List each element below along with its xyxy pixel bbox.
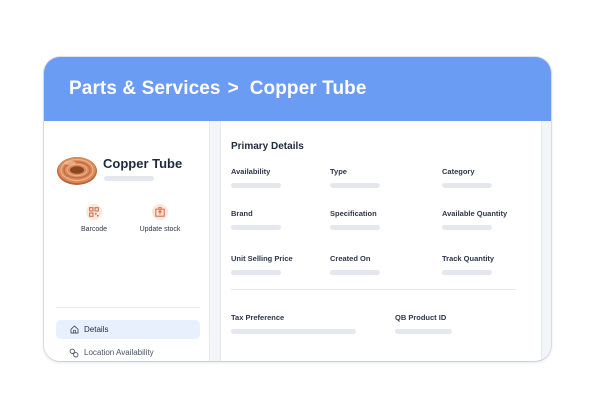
field-value-placeholder — [330, 183, 380, 188]
product-detail-card: Parts & Services > Copper Tube Copper Tu… — [44, 57, 551, 361]
field-value-placeholder — [442, 270, 492, 275]
field-label: Specification — [330, 209, 377, 218]
update-stock-label: Update stock — [139, 226, 181, 233]
sidebar-item-location-availability[interactable]: Location Availability — [56, 343, 200, 361]
home-icon — [69, 325, 79, 335]
field-label: QB Product ID — [395, 313, 447, 322]
field-label: Type — [330, 167, 347, 176]
barcode-button[interactable]: Barcode — [64, 204, 124, 233]
sidebar-divider — [56, 307, 200, 308]
field-type: Type — [330, 167, 380, 188]
field-qb-product-id: QB Product ID — [395, 313, 452, 334]
field-label: Availability — [231, 167, 271, 176]
field-label: Unit Selling Price — [231, 254, 293, 263]
field-value-placeholder — [442, 183, 492, 188]
field-label: Tax Preference — [231, 313, 285, 322]
sidebar-item-label: Location Availability — [84, 348, 154, 357]
field-label: Available Quantity — [442, 209, 508, 218]
field-label: Track Quantity — [442, 254, 495, 263]
field-value-placeholder — [231, 183, 281, 188]
primary-details-panel: Primary Details Availability Type Catego… — [222, 121, 540, 361]
sidebar-item-details[interactable]: Details — [56, 320, 200, 339]
breadcrumb-parts-services[interactable]: Parts & Services — [69, 78, 221, 100]
update-stock-button[interactable]: Update stock — [130, 204, 190, 233]
breadcrumb-separator: > — [227, 78, 239, 99]
product-name: Copper Tube — [103, 156, 183, 171]
product-subtitle-placeholder — [104, 176, 154, 181]
field-label: Created On — [330, 254, 371, 263]
header-bar: Parts & Services > Copper Tube — [44, 57, 551, 121]
right-gutter — [541, 121, 551, 361]
field-label: Category — [442, 167, 475, 176]
field-brand: Brand — [231, 209, 281, 230]
section-divider — [231, 289, 516, 290]
panel-gutter — [210, 121, 221, 361]
sidebar-item-label: Details — [84, 325, 109, 334]
field-value-placeholder — [231, 225, 281, 230]
field-unit-selling-price: Unit Selling Price — [231, 254, 293, 275]
field-value-placeholder — [231, 329, 356, 334]
sidebar: Copper Tube Barcode Update stock Details… — [44, 121, 210, 361]
field-specification: Specification — [330, 209, 380, 230]
field-value-placeholder — [231, 270, 281, 275]
field-value-placeholder — [330, 225, 380, 230]
field-value-placeholder — [442, 225, 492, 230]
field-value-placeholder — [395, 329, 452, 334]
field-availability: Availability — [231, 167, 281, 188]
field-tax-preference: Tax Preference — [231, 313, 356, 334]
barcode-icon — [86, 204, 102, 220]
location-icon — [69, 348, 79, 358]
page-title: Copper Tube — [249, 78, 367, 99]
field-available-quantity: Available Quantity — [442, 209, 507, 230]
copper-coil-image — [57, 157, 97, 185]
field-value-placeholder — [330, 270, 380, 275]
section-title: Primary Details — [231, 141, 304, 152]
field-category: Category — [442, 167, 492, 188]
field-track-quantity: Track Quantity — [442, 254, 494, 275]
field-created-on: Created On — [330, 254, 380, 275]
barcode-label: Barcode — [80, 226, 108, 233]
update-stock-icon — [152, 204, 168, 220]
field-label: Brand — [231, 209, 253, 218]
